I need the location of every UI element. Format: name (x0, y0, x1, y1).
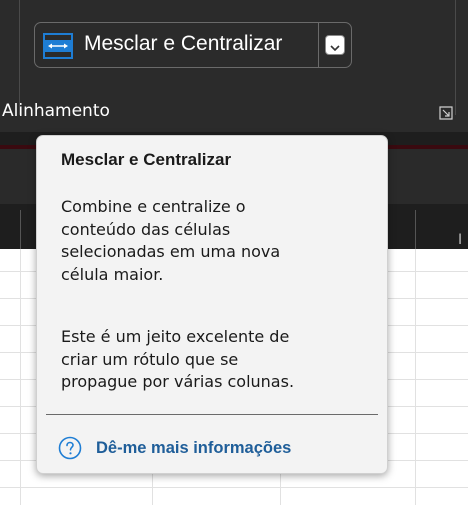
help-link-label: Dê-me mais informações (96, 438, 292, 457)
merge-center-icon (43, 33, 73, 59)
tooltip-tip: Este é um jeito excelente de criar um ró… (61, 327, 295, 391)
ribbon: Mesclar e Centralizar Alinhamento (0, 0, 468, 145)
ribbon-group-separator (19, 0, 20, 115)
merge-center-label: Mesclar e Centralizar (84, 32, 283, 55)
tooltip-title: Mesclar e Centralizar (61, 150, 232, 169)
grid-row-line (0, 487, 468, 488)
column-header-separator (20, 210, 21, 249)
merge-center-tooltip: Mesclar e Centralizar Combine e centrali… (36, 135, 388, 474)
merge-center-button[interactable]: Mesclar e Centralizar (35, 23, 319, 67)
ribbon-group-label: Alinhamento (2, 101, 110, 121)
question-circle-icon (58, 436, 82, 460)
help-link[interactable]: Dê-me mais informações (58, 434, 291, 462)
tooltip-description: Combine e centralize o conteúdo das célu… (61, 197, 281, 284)
merge-center-split-button: Mesclar e Centralizar (34, 22, 352, 68)
grid-column-line (415, 249, 416, 505)
grid-column-line (20, 249, 21, 505)
ribbon-group-separator (455, 0, 456, 115)
column-header-separator (415, 210, 416, 249)
merge-options-dropdown[interactable] (325, 35, 345, 55)
tooltip-divider (46, 414, 378, 415)
dialog-launcher-icon[interactable] (438, 105, 454, 121)
chevron-down-icon (330, 36, 340, 55)
column-header-label[interactable]: I (458, 232, 462, 248)
